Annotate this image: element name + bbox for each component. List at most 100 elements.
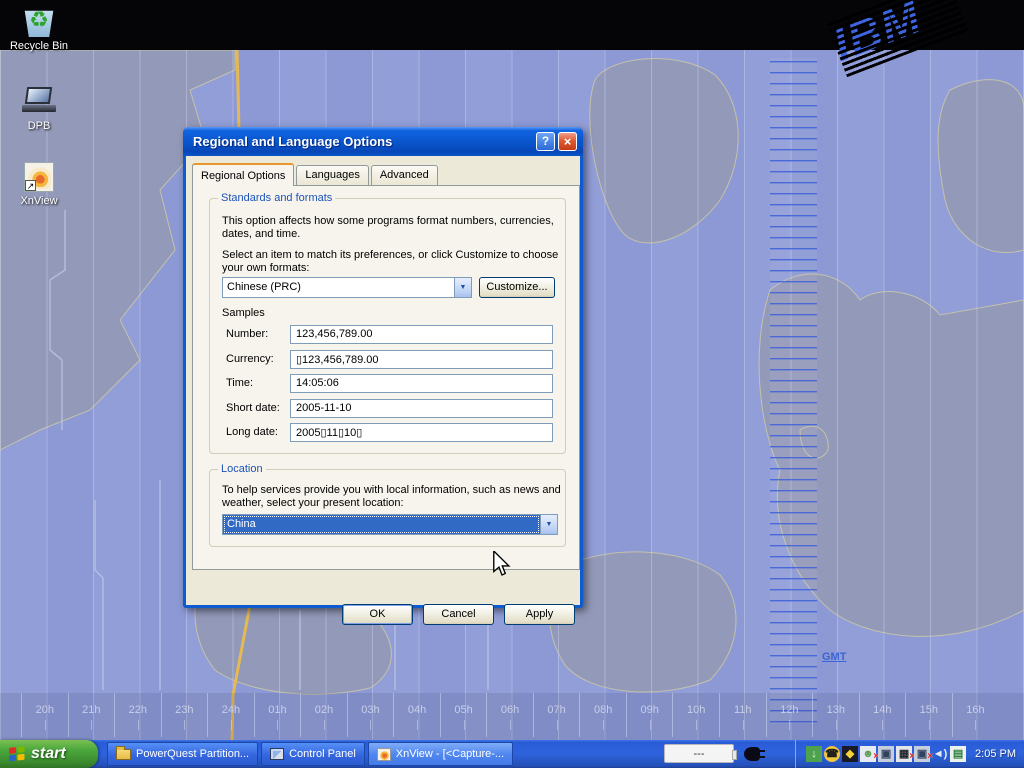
tray-glyph: ▣ [881, 748, 891, 760]
hour-label: 05h [440, 693, 487, 737]
tray-glyph: ◄) [933, 748, 948, 760]
tray-glyph: ▣ [917, 748, 927, 760]
standards-description: This option affects how some programs fo… [222, 215, 562, 241]
sample-field[interactable]: 14:05:06 [290, 374, 553, 393]
hour-label: 12h [766, 693, 813, 737]
sample-label: Time: [226, 377, 253, 389]
group-title: Standards and formats [218, 192, 335, 204]
format-combobox[interactable]: Chinese (PRC) ▼ [222, 277, 472, 298]
task-xnview[interactable]: XnView - [<Capture-... [368, 742, 513, 766]
xnview-icon: ↗ [24, 162, 54, 192]
close-button[interactable]: × [558, 132, 577, 151]
tray-glyph: ◆ [846, 748, 854, 760]
recycle-bin-icon: ♻ [22, 5, 56, 37]
gmt-label: GMT [822, 651, 846, 663]
message-center-icon[interactable]: ◆ [842, 746, 858, 762]
start-label: start [31, 745, 66, 763]
hour-label: 16h [952, 693, 999, 737]
system-tray: ↓ ☎ ◆ ☻ × [795, 740, 1024, 768]
tab-regional-options[interactable]: Regional Options [192, 163, 294, 186]
cancel-button[interactable]: Cancel [423, 604, 494, 625]
task-powerquest[interactable]: PowerQuest Partition... [107, 742, 258, 766]
safely-remove-hardware-icon[interactable]: ↓ [806, 746, 822, 762]
tab-advanced[interactable]: Advanced [371, 165, 438, 185]
sample-label: Number: [226, 328, 268, 340]
task-label: XnView - [<Capture-... [396, 748, 504, 760]
desktop-icon-recycle-bin[interactable]: ♻ Recycle Bin [1, 5, 77, 52]
regional-options-tab-panel: Standards and formats This option affect… [192, 185, 580, 570]
battery-band: --- [664, 744, 760, 763]
task-label: Control Panel [289, 748, 356, 760]
hour-label: 24h [207, 693, 254, 737]
location-combobox-value: China [223, 515, 540, 534]
hour-label: 09h [626, 693, 673, 737]
icon-label: DPB [1, 120, 77, 132]
location-description: To help services provide you with local … [222, 484, 562, 510]
help-button[interactable]: ? [536, 132, 555, 151]
chevron-down-icon[interactable]: ▼ [454, 278, 471, 297]
start-button[interactable]: start [0, 740, 98, 768]
desktop-icon-dpb[interactable]: DPB [1, 85, 77, 132]
offline-users-icon[interactable]: ☻ × [860, 746, 876, 762]
sample-field[interactable]: 2005▯11▯10▯ [290, 423, 553, 442]
sample-label: Currency: [226, 353, 274, 365]
network-computer-icon[interactable]: ▣ [878, 746, 894, 762]
tray-icons: ↓ ☎ ◆ ☻ × [806, 746, 966, 762]
sample-row: Time: 14:05:06 [210, 374, 565, 393]
phone-connections-icon[interactable]: ☎ [824, 746, 840, 762]
power-plug-icon [744, 747, 760, 761]
hour-label: 10h [672, 693, 719, 737]
hour-label: 22h [114, 693, 161, 737]
location-group: Location To help services provide you wi… [209, 469, 566, 547]
task-label: PowerQuest Partition... [136, 748, 249, 760]
ok-button[interactable]: OK [342, 604, 413, 625]
disconnected-drive-icon[interactable]: ▦ × [896, 746, 912, 762]
sample-row: Currency: ▯123,456,789.00 [210, 350, 565, 369]
apply-button[interactable]: Apply [504, 604, 575, 625]
taskbar: start PowerQuest Partition... Control Pa… [0, 740, 1024, 768]
hour-label: 04h [393, 693, 440, 737]
mouse-cursor [493, 551, 511, 577]
volume-icon[interactable]: ◄) [932, 746, 948, 762]
hour-label: 14h [859, 693, 906, 737]
windows-flag-icon [8, 746, 26, 762]
network-disconnected-icon[interactable]: ▣ × [914, 746, 930, 762]
desktop: IBM GMT 20h21h22h23h24h01h02h03h04h05h06… [0, 0, 1024, 768]
chevron-down-icon[interactable]: ▼ [540, 515, 557, 534]
sample-row: Number: 123,456,789.00 [210, 325, 565, 344]
hour-ruler: 20h21h22h23h24h01h02h03h04h05h06h07h08h0… [21, 693, 998, 737]
sample-field[interactable]: ▯123,456,789.00 [290, 350, 553, 369]
tab-strip: Regional OptionsLanguagesAdvanced [192, 163, 440, 185]
task-control-panel[interactable]: Control Panel [261, 742, 365, 766]
taskbar-clock[interactable]: 2:05 PM [975, 748, 1016, 760]
task-icon [377, 748, 391, 761]
tray-glyph: ▦ [899, 748, 909, 760]
select-hint: Select an item to match its preferences,… [222, 249, 562, 275]
icon-label: Recycle Bin [1, 40, 77, 52]
sample-label: Long date: [226, 426, 278, 438]
sample-label: Short date: [226, 402, 280, 414]
hour-label: 23h [161, 693, 208, 737]
task-icon [270, 748, 284, 760]
dialog-title: Regional and Language Options [193, 134, 533, 149]
hour-label: 01h [254, 693, 301, 737]
dialog-body: Regional OptionsLanguagesAdvanced Standa… [186, 156, 580, 605]
hour-label: 03h [347, 693, 394, 737]
desktop-icon-xnview[interactable]: ↗ XnView [1, 162, 77, 207]
customize-button[interactable]: Customize... [479, 277, 555, 298]
tray-glyph: ▤ [953, 748, 963, 760]
sample-field[interactable]: 2005-11-10 [290, 399, 553, 418]
standards-and-formats-group: Standards and formats This option affect… [209, 198, 566, 454]
icon-label: XnView [1, 195, 77, 207]
tab-languages[interactable]: Languages [296, 165, 368, 185]
group-title: Location [218, 463, 266, 475]
hour-label: 20h [21, 693, 68, 737]
hour-label: 08h [579, 693, 626, 737]
hour-label: 13h [812, 693, 859, 737]
hour-label: 02h [300, 693, 347, 737]
location-combobox[interactable]: China ▼ [222, 514, 558, 535]
task-icon [116, 749, 131, 760]
scheduler-icon[interactable]: ▤ [950, 746, 966, 762]
dialog-titlebar[interactable]: Regional and Language Options ? × [183, 127, 583, 156]
sample-field[interactable]: 123,456,789.00 [290, 325, 553, 344]
